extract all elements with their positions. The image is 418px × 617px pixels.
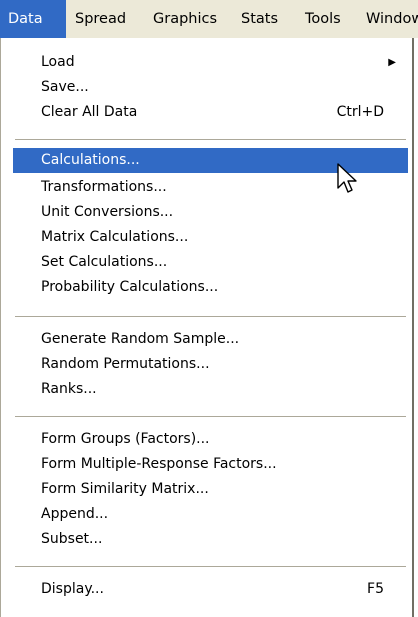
menu-item-label: Ranks... — [41, 381, 97, 397]
menu-item-set-calculations[interactable]: Set Calculations... — [13, 250, 408, 275]
menu-item-display[interactable]: Display... F5 — [13, 577, 408, 602]
menu-separator — [15, 566, 406, 568]
menu-item-label: Form Similarity Matrix... — [41, 481, 209, 497]
menu-item-label: Transformations... — [41, 179, 167, 195]
menu-item-matrix-calculations[interactable]: Matrix Calculations... — [13, 225, 408, 250]
menu-item-label: Save... — [41, 79, 89, 95]
menu-item-label: Generate Random Sample... — [41, 331, 240, 347]
menu-data[interactable]: Data — [0, 0, 66, 38]
menu-item-load[interactable]: Load ▶ — [13, 50, 408, 75]
menu-item-label: Form Multiple-Response Factors... — [41, 456, 277, 472]
menu-item-form-groups[interactable]: Form Groups (Factors)... — [13, 427, 408, 452]
shortcut-label: Ctrl+D — [336, 104, 384, 120]
menu-stats[interactable]: Stats — [241, 0, 278, 38]
menu-item-label: Load — [41, 54, 75, 70]
menu-item-subset[interactable]: Subset... — [13, 527, 408, 552]
menu-item-label: Append... — [41, 506, 109, 522]
menu-item-clear-all-data[interactable]: Clear All Data Ctrl+D — [13, 100, 408, 125]
menu-item-save[interactable]: Save... — [13, 75, 408, 100]
menu-item-random-permutations[interactable]: Random Permutations... — [13, 352, 408, 377]
menu-item-label: Random Permutations... — [41, 356, 210, 372]
menu-item-label: Probability Calculations... — [41, 279, 219, 295]
menu-item-label: Unit Conversions... — [41, 204, 174, 220]
shortcut-label: F5 — [367, 581, 384, 597]
menu-spread[interactable]: Spread — [75, 0, 126, 38]
data-dropdown-menu: Load ▶ Save... Clear All Data Ctrl+D Cal… — [0, 38, 414, 617]
menu-item-label: Form Groups (Factors)... — [41, 431, 210, 447]
menu-item-generate-random-sample[interactable]: Generate Random Sample... — [13, 327, 408, 352]
menu-item-label: Set Calculations... — [41, 254, 168, 270]
menu-window[interactable]: Window — [366, 0, 418, 38]
menu-tools[interactable]: Tools — [305, 0, 341, 38]
menu-separator — [15, 316, 406, 318]
menu-item-append[interactable]: Append... — [13, 502, 408, 527]
menu-item-form-similarity-matrix[interactable]: Form Similarity Matrix... — [13, 477, 408, 502]
menu-item-ranks[interactable]: Ranks... — [13, 377, 408, 402]
menu-item-form-multiple-response-factors[interactable]: Form Multiple-Response Factors... — [13, 452, 408, 477]
menu-item-label: Clear All Data — [41, 104, 138, 120]
menu-item-label: Subset... — [41, 531, 103, 547]
menu-graphics[interactable]: Graphics — [153, 0, 217, 38]
mouse-pointer-icon — [337, 163, 357, 193]
menu-item-label: Display... — [41, 581, 104, 597]
menu-item-probability-calculations[interactable]: Probability Calculations... — [13, 275, 408, 300]
submenu-arrow-icon: ▶ — [388, 57, 396, 68]
menu-item-label: Calculations... — [41, 152, 140, 168]
menu-item-unit-conversions[interactable]: Unit Conversions... — [13, 200, 408, 225]
menu-separator — [15, 416, 406, 418]
menu-separator — [15, 139, 406, 141]
menu-item-label: Matrix Calculations... — [41, 229, 189, 245]
menu-bar: Data Spread Graphics Stats Tools Window — [0, 0, 418, 38]
